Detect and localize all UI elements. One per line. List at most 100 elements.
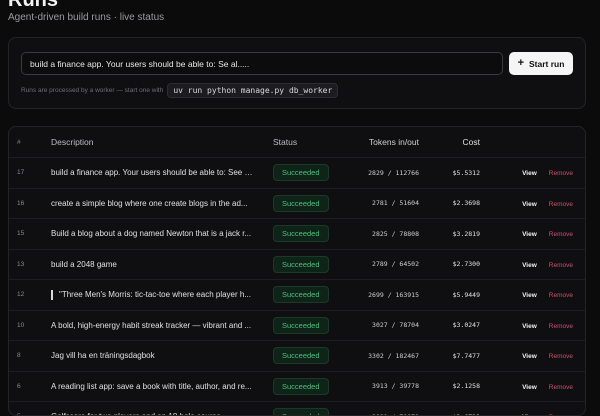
start-run-button[interactable]: + Start run [509,52,573,75]
hint-text: Runs are processed by a worker — start o… [21,87,163,94]
hint-command: uv run python manage.py db_worker [167,83,338,98]
col-header-num: # [9,127,50,158]
row-marker [51,290,53,300]
run-status-cell: Succeeded [272,219,346,250]
run-actions: View Remove [481,219,585,250]
status-badge: Succeeded [273,317,329,334]
runs-table: # Description Status Tokens in/out Cost … [9,127,585,416]
view-button[interactable]: View [522,231,537,238]
run-id: 8 [9,341,50,372]
run-tokens: 2699 / 163915 [346,280,419,311]
view-button[interactable]: View [522,353,537,360]
run-actions: View Remove [481,371,585,402]
table-row[interactable]: 12"Three Men's Morris: tic-tac-toe where… [9,280,585,311]
remove-button[interactable]: Remove [549,231,573,238]
view-button[interactable]: View [522,262,537,269]
run-cost: $2.7300 [419,249,481,280]
run-tokens: 2829 / 112766 [346,158,419,189]
run-status-cell: Succeeded [272,249,346,280]
run-description: Build a blog about a dog named Newton th… [51,229,251,238]
plus-icon: + [518,58,524,69]
run-description-cell: Build a blog about a dog named Newton th… [50,219,272,250]
status-badge: Succeeded [273,256,329,273]
run-status-cell: Succeeded [272,158,346,189]
run-id: 16 [9,188,50,219]
start-run-label: Start run [529,59,564,69]
run-tokens: 2789 / 64502 [346,249,419,280]
remove-button[interactable]: Remove [549,201,573,208]
run-cost: $5.5312 [419,158,481,189]
remove-button[interactable]: Remove [549,262,573,269]
run-cost: $3.0247 [419,310,481,341]
run-tokens: 3913 / 39778 [346,371,419,402]
run-tokens: 3302 / 182467 [346,341,419,372]
table-row[interactable]: 15Build a blog about a dog named Newton … [9,219,585,250]
table-row[interactable]: 16create a simple blog where one create … [9,188,585,219]
status-badge: Succeeded [273,378,329,395]
run-cost: $2.1258 [419,371,481,402]
run-id: 13 [9,249,50,280]
run-description: build a finance app. Your users should b… [51,168,256,177]
table-row[interactable]: 6A reading list app: save a book with ti… [9,371,585,402]
view-button[interactable]: View [522,323,537,330]
run-description: Jag vill ha en träningsdagbok [51,351,155,360]
run-description-cell: A reading list app: save a book with tit… [50,371,272,402]
view-button[interactable]: View [522,384,537,391]
worker-hint: Runs are processed by a worker — start o… [21,83,338,98]
table-row[interactable]: 17build a finance app. Your users should… [9,158,585,189]
table-row[interactable]: 13build a 2048 game Succeeded 2789 / 64502… [9,249,585,280]
run-id: 17 [9,158,50,189]
run-tokens: 2781 / 51604 [346,188,419,219]
run-status-cell: Succeeded [272,341,346,372]
col-header-actions [481,127,585,158]
run-description-cell: create a simple blog where one create bl… [50,188,272,219]
table-row[interactable]: 8Jag vill ha en träningsdagbok Succeeded 3… [9,341,585,372]
status-badge: Succeeded [273,408,329,416]
remove-button[interactable]: Remove [549,170,573,177]
run-id: 10 [9,310,50,341]
run-status-cell: Succeeded [272,402,346,416]
run-description-cell: Golfscore for two players and an 18 hole… [50,402,272,416]
run-tokens: 2825 / 78808 [346,219,419,250]
table-row[interactable]: 10A bold, high-energy habit streak track… [9,310,585,341]
run-description: A bold, high-energy habit streak tracker… [51,321,251,330]
view-button[interactable]: View [522,201,537,208]
run-status-cell: Succeeded [272,371,346,402]
col-header-status: Status [272,127,346,158]
page-header: Runs Agent-driven build runs · live stat… [8,0,164,23]
run-cost: $3.6723 [419,402,481,416]
run-status-cell: Succeeded [272,310,346,341]
run-id: 5 [9,402,50,416]
run-cost: $2.3698 [419,188,481,219]
run-id: 12 [9,280,50,311]
run-description: create a simple blog where one create bl… [51,199,248,208]
page-subtitle: Agent-driven build runs · live status [8,12,164,23]
run-tokens: 3027 / 78704 [346,310,419,341]
status-badge: Succeeded [273,225,329,242]
page-title: Runs [8,0,164,12]
run-description-cell: build a 2048 game [50,249,272,280]
run-actions: View Remove [481,188,585,219]
view-button[interactable]: View [522,170,537,177]
remove-button[interactable]: Remove [549,353,573,360]
run-description-cell: A bold, high-energy habit streak tracker… [50,310,272,341]
runs-table-panel: # Description Status Tokens in/out Cost … [8,126,586,416]
run-description-cell: "Three Men's Morris: tic-tac-toe where e… [50,280,272,311]
remove-button[interactable]: Remove [549,384,573,391]
run-status-cell: Succeeded [272,280,346,311]
run-actions: View Remove [481,158,585,189]
run-cost: $5.9449 [419,280,481,311]
run-cost: $7.7477 [419,341,481,372]
col-header-tokens: Tokens in/out [346,127,419,158]
table-row[interactable]: 5Golfscore for two players and an 18 hol… [9,402,585,416]
remove-button[interactable]: Remove [549,292,573,299]
prompt-input[interactable] [21,52,503,75]
status-badge: Succeeded [273,347,329,364]
new-run-panel: + Start run Runs are processed by a work… [8,37,586,109]
view-button[interactable]: View [522,292,537,299]
remove-button[interactable]: Remove [549,323,573,330]
run-description: build a 2048 game [51,260,117,269]
run-description-cell: build a finance app. Your users should b… [50,158,272,189]
run-status-cell: Succeeded [272,188,346,219]
status-badge: Succeeded [273,164,329,181]
